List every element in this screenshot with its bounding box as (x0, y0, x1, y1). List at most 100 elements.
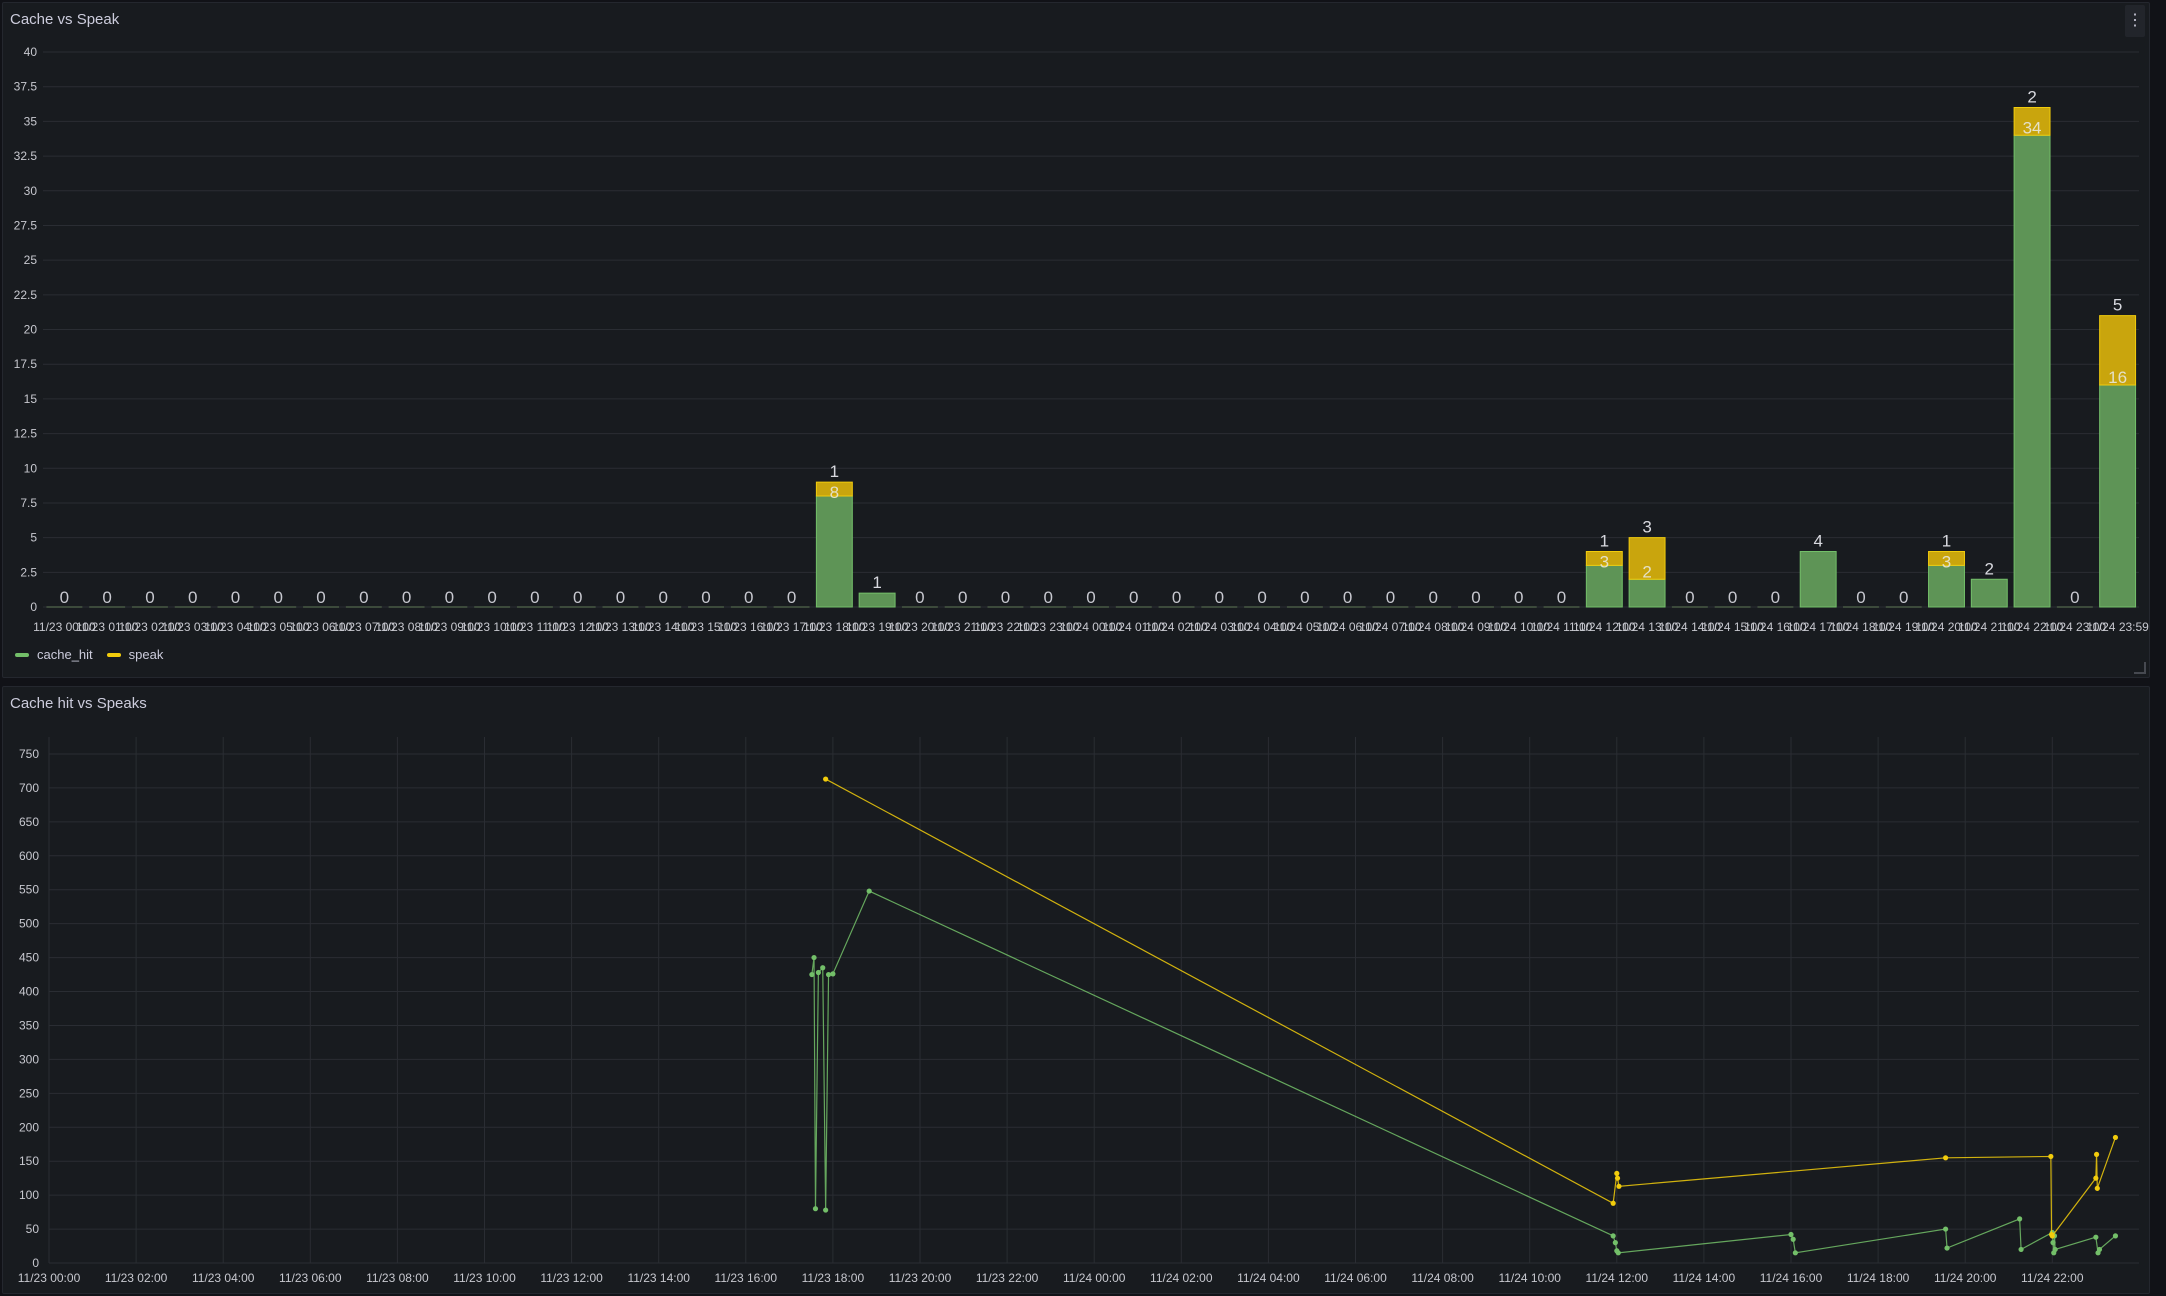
y-tick-label: 200 (19, 1120, 39, 1134)
data-label: 0 (316, 588, 325, 607)
data-label: 0 (573, 588, 582, 607)
data-label: 0 (958, 588, 967, 607)
y-tick-label: 27.5 (14, 218, 38, 232)
data-label: 0 (659, 588, 668, 607)
data-label: 0 (102, 588, 111, 607)
data-point (2017, 1216, 2023, 1222)
data-point (2093, 1175, 2099, 1181)
x-tick-label: 11/23 18:00 (802, 1271, 865, 1285)
data-point (1616, 1183, 1622, 1189)
data-point (830, 971, 836, 977)
y-tick-label: 10 (24, 461, 38, 475)
legend-item-speak[interactable]: speak (106, 647, 163, 662)
data-label: 0 (1343, 588, 1352, 607)
y-tick-label: 0 (30, 600, 37, 614)
x-tick-label: 11/23 10:00 (453, 1271, 516, 1285)
bar-cache-hit (815, 495, 853, 608)
x-tick-label: 11/24 16:00 (1760, 1271, 1823, 1285)
series-line-speak (825, 778, 2117, 1237)
y-tick-label: 15 (24, 392, 38, 406)
data-label: 2 (2027, 88, 2036, 107)
data-label: 0 (1129, 588, 1138, 607)
y-tick-label: 0 (32, 1256, 39, 1270)
y-tick-label: 300 (19, 1052, 39, 1066)
data-label: 0 (1899, 588, 1908, 607)
y-tick-label: 5 (30, 531, 37, 545)
y-tick-label: 20 (24, 323, 38, 337)
x-tick-label: 11/24 06:00 (1324, 1271, 1387, 1285)
data-label: 2 (1985, 559, 1994, 578)
data-point (2049, 1233, 2055, 1239)
x-tick-label: 11/23 06:00 (279, 1271, 342, 1285)
data-label: 3 (1642, 518, 1651, 537)
bar-cache-hit (1970, 578, 2008, 608)
data-point (1614, 1170, 1620, 1177)
data-label: 0 (744, 588, 753, 607)
y-tick-label: 12.5 (14, 427, 38, 441)
x-tick-label: 11/23 16:00 (715, 1271, 778, 1285)
y-tick-label: 400 (19, 985, 39, 999)
data-label: 34 (2023, 118, 2042, 137)
data-point (823, 776, 829, 782)
y-tick-label: 100 (19, 1188, 39, 1202)
y-tick-label: 25 (24, 253, 38, 267)
y-tick-label: 35 (24, 114, 38, 128)
data-label: 8 (830, 483, 839, 502)
bar-cache-hit (1628, 578, 1666, 608)
data-label: 5 (2113, 296, 2122, 315)
data-label: 0 (530, 588, 539, 607)
data-label: 0 (1257, 588, 1266, 607)
data-point (812, 1206, 819, 1212)
data-label: 1 (1942, 532, 1951, 551)
data-point (1788, 1231, 1794, 1238)
x-tick-label: 11/24 20:00 (1934, 1271, 1997, 1285)
y-tick-label: 350 (19, 1018, 39, 1032)
data-label: 0 (1685, 588, 1694, 607)
data-label: 0 (1428, 588, 1437, 607)
x-tick-label: 11/23 02:00 (105, 1271, 168, 1285)
y-tick-label: 50 (26, 1222, 40, 1236)
data-point (820, 965, 826, 971)
data-label: 0 (359, 588, 368, 607)
data-label: 0 (1386, 588, 1395, 607)
data-label: 2 (1642, 562, 1651, 581)
y-tick-label: 750 (19, 747, 39, 761)
legend-item-cache-hit[interactable]: cache_hit (15, 647, 93, 662)
data-label: 0 (1856, 588, 1865, 607)
cache-hit-vs-speaks-panel: Cache hit vs Speaks 0 50 100 150 200 250 300 35… (2, 686, 2150, 1294)
data-point (823, 1207, 829, 1213)
data-label: 0 (1514, 588, 1523, 607)
bar-cache-hit (1799, 551, 1837, 608)
x-tick-label: 11/23 12:00 (540, 1271, 603, 1285)
x-tick-label: 11/24 00:00 (1063, 1271, 1126, 1285)
data-label: 0 (1471, 588, 1480, 607)
data-point (1790, 1236, 1796, 1242)
data-point (815, 969, 821, 976)
x-tick-label: 11/24 23:59 (2086, 620, 2149, 634)
bar-cache-hit (1585, 564, 1623, 608)
legend-swatch-cache-hit (15, 652, 29, 657)
y-tick-label: 37.5 (14, 80, 38, 94)
legend-swatch-speak (106, 652, 121, 657)
x-tick-label: 11/24 04:00 (1237, 1271, 1300, 1285)
data-label: 0 (145, 588, 154, 607)
data-label: 1 (830, 462, 839, 481)
resize-handle[interactable] (2134, 662, 2146, 674)
data-point (2050, 1240, 2056, 1246)
x-tick-label: 11/23 22:00 (976, 1271, 1039, 1285)
data-label: 0 (445, 588, 454, 607)
y-tick-label: 40 (24, 45, 38, 59)
data-label: 0 (402, 588, 411, 607)
x-tick-label: 11/23 00:00 (18, 1271, 81, 1285)
y-tick-label: 700 (19, 781, 39, 795)
data-label: 0 (787, 588, 796, 607)
x-tick-label: 11/24 02:00 (1150, 1271, 1213, 1285)
y-tick-label: 250 (19, 1086, 39, 1100)
data-point (811, 954, 817, 961)
data-point (1610, 1200, 1616, 1206)
x-tick-label: 11/24 18:00 (1847, 1271, 1910, 1285)
data-label: 4 (1813, 532, 1822, 551)
x-tick-label: 11/24 08:00 (1411, 1271, 1474, 1285)
data-label: 1 (872, 573, 881, 592)
data-point (1612, 1240, 1618, 1246)
